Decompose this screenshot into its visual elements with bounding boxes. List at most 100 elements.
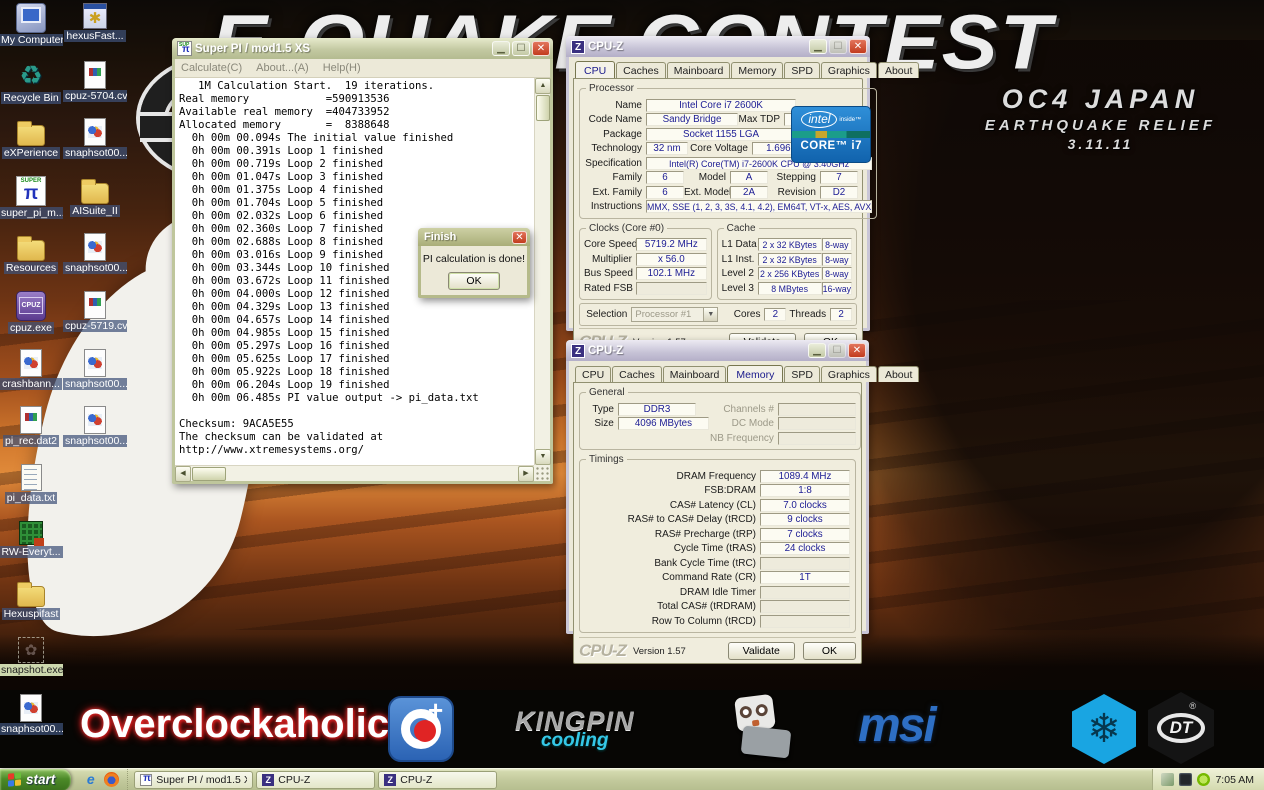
tab[interactable]: About (878, 366, 919, 382)
taskbar-task-button[interactable]: Super PI / mod1.5 XS (134, 771, 253, 789)
task-label: Super PI / mod1.5 XS (156, 774, 247, 786)
desktop-icon[interactable]: eXPerience (0, 115, 62, 173)
tab[interactable]: Caches (616, 62, 666, 78)
threads-field: 2 (830, 308, 852, 321)
tab[interactable]: Graphics (821, 366, 877, 382)
timing-label: CAS# Latency (CL) (584, 500, 760, 511)
timing-label: RAS# Precharge (tRP) (584, 529, 760, 540)
desktop-icon[interactable]: snaphsot00... (62, 115, 128, 173)
desktop-icon-image (17, 586, 45, 607)
vertical-scrollbar[interactable]: ▲ ▼ (534, 78, 550, 465)
tray-icon-remove-hardware[interactable] (1161, 773, 1174, 786)
firefox-icon[interactable] (104, 772, 119, 787)
processor-selector[interactable]: Processor #1 ▼ (631, 307, 718, 322)
minimize-button[interactable]: ▁ (809, 39, 827, 54)
taskbar-task-button[interactable]: CPU-Z (256, 771, 375, 789)
desktop-icon[interactable]: RW-Everyt... (0, 518, 62, 576)
family-label: Family (584, 172, 646, 183)
tab[interactable]: Memory (731, 62, 783, 78)
superpi-titlebar[interactable]: Super PI / mod1.5 XS ▁ ☐ ✕ (172, 38, 553, 59)
revision-label: Revision (768, 187, 820, 198)
desktop-icon-image (21, 464, 42, 491)
desktop-icon[interactable]: cpuz.exe (0, 288, 62, 346)
desktop-icon-label: eXPerience (2, 147, 60, 159)
tab[interactable]: Graphics (821, 62, 877, 78)
internet-explorer-icon[interactable]: e (83, 772, 98, 787)
tab[interactable]: Caches (612, 366, 662, 382)
maximize-button[interactable]: ☐ (512, 41, 530, 56)
desktop-icon[interactable]: hexusFast... (62, 0, 128, 58)
menu-help[interactable]: Help(H) (323, 62, 361, 74)
tab[interactable]: About (878, 62, 919, 78)
close-icon[interactable]: ✕ (512, 231, 527, 244)
tab[interactable]: SPD (784, 62, 820, 78)
horizontal-scrollbar[interactable]: ◀ ▶ (175, 465, 534, 481)
desktop-icon[interactable]: snaphsot00... (62, 403, 128, 461)
scroll-up-button[interactable]: ▲ (535, 78, 551, 94)
desktop-icon[interactable]: Hexuspifast (0, 576, 62, 634)
desktop-icon[interactable]: pi_data.txt (0, 461, 62, 519)
finish-titlebar[interactable]: Finish ✕ (418, 228, 530, 246)
timings-group: Timings DRAM Frequency 1089.4 MHz FSB:DR… (579, 454, 856, 633)
close-button[interactable]: ✕ (532, 41, 550, 56)
intel-core-i7-badge: intel inside™ CORE™ i7 (791, 106, 871, 163)
cache-label: Level 2 (722, 268, 758, 279)
scroll-left-button[interactable]: ◀ (175, 466, 191, 482)
tab[interactable]: CPU (575, 61, 615, 79)
menu-calculate[interactable]: Calculate(C) (181, 62, 242, 74)
desktop-icon[interactable]: Recycle Bin (0, 58, 62, 116)
desktop-icon-column-2: hexusFast... cpuz-5704.cvf snaphsot00...… (62, 0, 128, 461)
ok-button[interactable]: OK (803, 642, 856, 660)
maximize-button[interactable]: ☐ (828, 343, 846, 358)
validate-button[interactable]: Validate (728, 642, 795, 660)
desktop-icon[interactable]: cpuz-5719.cvf (62, 288, 128, 346)
desktop-icon[interactable]: crashbann... (0, 346, 62, 404)
desktop-icon[interactable]: pi_rec.dat2 (0, 403, 62, 461)
desktop-icon[interactable]: snapshot.exe (0, 634, 62, 692)
horizontal-scroll-thumb[interactable] (192, 467, 226, 481)
tab[interactable]: Mainboard (667, 62, 731, 78)
desktop-icon[interactable]: snaphsot00... (0, 691, 62, 749)
minimize-button[interactable]: ▁ (808, 343, 826, 358)
desktop-icon[interactable]: AISuite_II (62, 173, 128, 231)
tab[interactable]: Mainboard (663, 366, 727, 382)
desktop-icon-image (16, 176, 46, 206)
taskbar-task-button[interactable]: CPU-Z (378, 771, 497, 789)
tray-icon-display[interactable] (1179, 773, 1192, 786)
desktop-icon[interactable]: snaphsot00... (62, 230, 128, 288)
tray-icon-nvidia[interactable] (1197, 773, 1210, 786)
desktop-icon[interactable]: Resources (0, 230, 62, 288)
desktop-icon[interactable]: My Computer (0, 0, 62, 58)
cpuz-titlebar[interactable]: CPU-Z ▁ ☐ ✕ (566, 36, 870, 57)
scroll-right-button[interactable]: ▶ (518, 466, 534, 482)
desktop-icon-image (84, 61, 106, 89)
close-button[interactable]: ✕ (848, 343, 866, 358)
start-button[interactable]: start (0, 769, 71, 790)
desktop-icon-label: super_pi_m... (0, 207, 63, 219)
vertical-scroll-thumb[interactable] (536, 95, 550, 121)
desktop-icon[interactable]: cpuz-5704.cvf (62, 58, 128, 116)
general-legend: General (586, 387, 628, 398)
cpuz-version: Version 1.57 (633, 646, 686, 657)
desktop: E-QUAKE CONTEST OC4 JAPAN EARTHQUAKE REL… (0, 0, 1264, 790)
desktop-icon[interactable]: snaphsot00... (62, 346, 128, 404)
cpuz-titlebar[interactable]: CPU-Z ▁ ☐ ✕ (566, 340, 869, 361)
maximize-button[interactable]: ☐ (829, 39, 847, 54)
ok-button[interactable]: OK (448, 272, 500, 290)
menu-about[interactable]: About...(A) (256, 62, 309, 74)
desktop-icon-image (16, 3, 46, 33)
resize-grip[interactable] (534, 465, 550, 481)
cache-size-field: 2 x 32 KBytes (758, 253, 822, 266)
close-button[interactable]: ✕ (849, 39, 867, 54)
tab[interactable]: CPU (575, 366, 611, 382)
desktop-icon-image (83, 3, 107, 29)
tab[interactable]: Memory (727, 365, 783, 383)
task-icon (262, 774, 274, 786)
overclockaholics-logo: Overclockaholics (80, 702, 411, 747)
superpi-menubar: Calculate(C) About...(A) Help(H) (175, 59, 550, 78)
scroll-down-button[interactable]: ▼ (535, 449, 551, 465)
desktop-icon-label: crashbann... (0, 378, 62, 390)
minimize-button[interactable]: ▁ (492, 41, 510, 56)
desktop-icon[interactable]: super_pi_m... (0, 173, 62, 231)
tab[interactable]: SPD (784, 366, 820, 382)
